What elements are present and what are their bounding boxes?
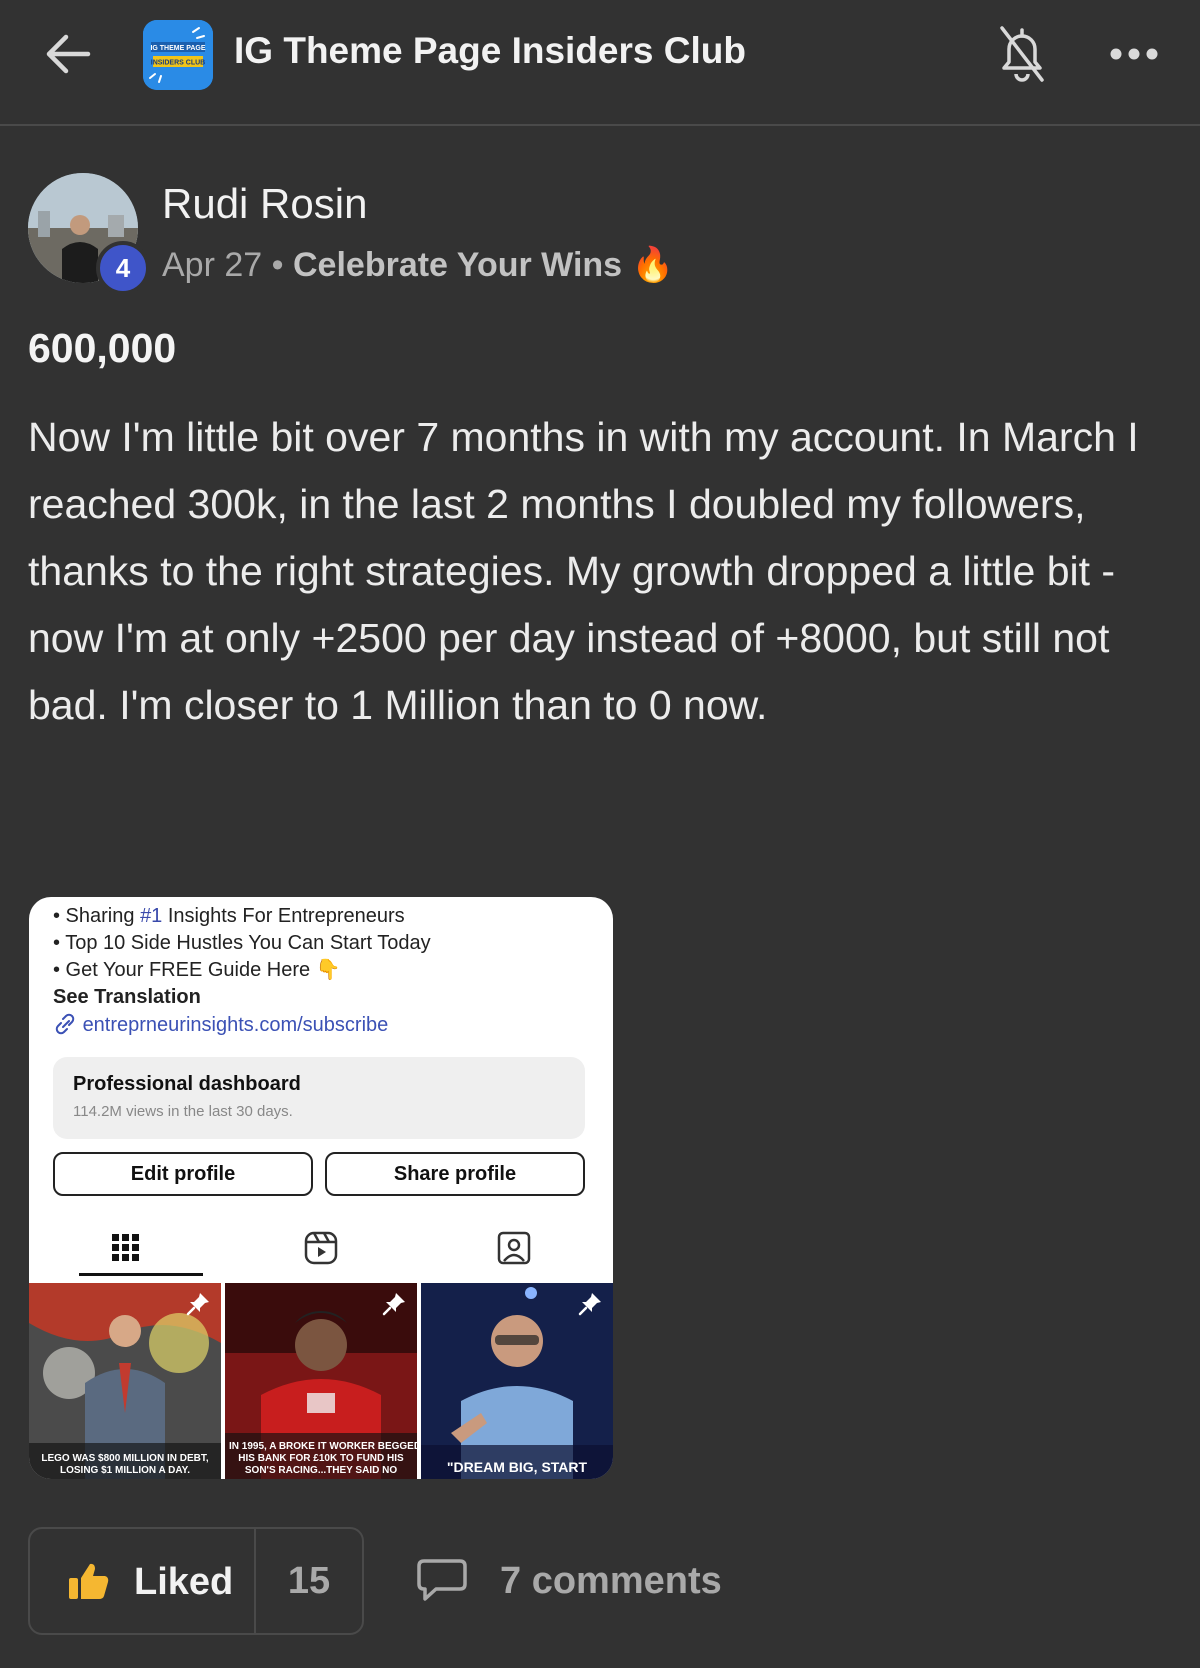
bio-hashtag: #1 — [140, 905, 163, 927]
bio-link-text: entreprneurinsights.com/subscribe — [82, 1014, 389, 1036]
share-profile-button: Share profile — [325, 1152, 585, 1196]
profile-tabs — [29, 1215, 613, 1281]
post-image[interactable]: • Sharing #1 Insights For Entrepreneurs … — [29, 897, 613, 1479]
grid-post-2-caption: IN 1995, A BROKE IT WORKER BEGGED HIS BA… — [229, 1441, 417, 1477]
see-translation: See Translation — [53, 986, 201, 1008]
pin-icon — [186, 1293, 209, 1316]
comments-button[interactable]: 7 comments — [416, 1552, 736, 1610]
edit-profile-button: Edit profile — [53, 1152, 313, 1196]
grid-icon — [112, 1234, 139, 1261]
thumbs-up-icon — [69, 1563, 109, 1599]
bio-line-1: • Sharing #1 Insights For Entrepreneurs — [53, 903, 431, 930]
tagged-icon — [497, 1231, 531, 1265]
grid-post-2: IN 1995, A BROKE IT WORKER BEGGED HIS BA… — [225, 1283, 417, 1479]
notifications-button[interactable] — [996, 22, 1048, 86]
meta-separator: • — [271, 246, 284, 284]
bio-line-2: • Top 10 Side Hustles You Can Start Toda… — [53, 932, 431, 954]
pin-icon — [578, 1293, 601, 1316]
grid-post-1-caption-line-1: LEGO WAS $800 MILLION IN DEBT, — [41, 1453, 209, 1464]
like-control: Liked 15 — [28, 1527, 364, 1635]
more-horizontal-icon — [1110, 48, 1158, 60]
post-date: Apr 27 — [162, 246, 263, 284]
grid-post-3-caption: "DREAM BIG, START — [446, 1459, 588, 1475]
bell-off-icon — [1000, 26, 1044, 82]
grid-post-1: LEGO WAS $800 MILLION IN DEBT, LOSING $1… — [29, 1283, 221, 1479]
post-category[interactable]: Celebrate Your Wins — [293, 246, 622, 284]
comment-icon — [417, 1559, 467, 1601]
dashboard-title: Professional dashboard — [73, 1073, 301, 1095]
like-label: Liked — [134, 1561, 234, 1603]
grid-post-3: "DREAM BIG, START — [421, 1283, 613, 1479]
logo-text-bottom: INSIDERS CLUB — [151, 60, 205, 67]
active-tab-indicator — [79, 1273, 203, 1276]
link-icon — [55, 1013, 75, 1035]
pin-icon — [382, 1293, 405, 1316]
bio-line-1-suffix: Insights For Entrepreneurs — [162, 905, 405, 927]
author-name[interactable]: Rudi Rosin — [162, 180, 367, 228]
grid-post-2-caption-line-1: IN 1995, A BROKE IT WORKER BEGGED — [229, 1441, 417, 1452]
level-badge: 4 — [96, 241, 150, 295]
reels-icon — [304, 1231, 338, 1265]
grid-post-1-caption-line-2: LOSING $1 MILLION A DAY. — [59, 1465, 191, 1476]
bio-link: entreprneurinsights.com/subscribe — [53, 1012, 431, 1039]
arrow-left-icon — [46, 34, 91, 74]
group-title[interactable]: IG Theme Page Insiders Club — [234, 30, 746, 72]
group-logo[interactable]: IG THEME PAGE INSIDERS CLUB — [143, 20, 213, 90]
top-bar: IG THEME PAGE INSIDERS CLUB IG Theme Pag… — [0, 0, 1200, 126]
logo-text-top: IG THEME PAGE — [150, 45, 205, 52]
post-meta: Apr 27 • Celebrate Your Wins 🔥 — [162, 245, 674, 285]
like-button[interactable]: Liked — [30, 1529, 256, 1633]
grid-post-2-caption-line-3: SON'S RACING...THEY SAID NO — [244, 1465, 398, 1476]
bio-text: • Sharing #1 Insights For Entrepreneurs … — [53, 903, 431, 1039]
professional-dashboard: Professional dashboard 114.2M views in t… — [53, 1057, 585, 1139]
post-body: Now I'm little bit over 7 months in with… — [28, 414, 1139, 728]
grid-post-2-caption-line-2: HIS BANK FOR £10K TO FUND HIS — [238, 1453, 404, 1464]
category-emoji: 🔥 — [631, 246, 674, 284]
bio-line-1-prefix: • Sharing — [53, 905, 141, 927]
like-count[interactable]: 15 — [256, 1529, 362, 1633]
group-logo-image: IG THEME PAGE INSIDERS CLUB — [143, 20, 213, 90]
grid-post-1-caption: LEGO WAS $800 MILLION IN DEBT, LOSING $1… — [33, 1453, 217, 1477]
dashboard-subtitle: 114.2M views in the last 30 days. — [73, 1103, 293, 1120]
comments-label: 7 comments — [500, 1560, 722, 1602]
bio-line-3: • Get Your FREE Guide Here 👇 — [53, 959, 341, 981]
back-button[interactable] — [42, 28, 94, 80]
more-options-button[interactable] — [1106, 36, 1162, 72]
post-title: 600,000 — [28, 325, 177, 371]
